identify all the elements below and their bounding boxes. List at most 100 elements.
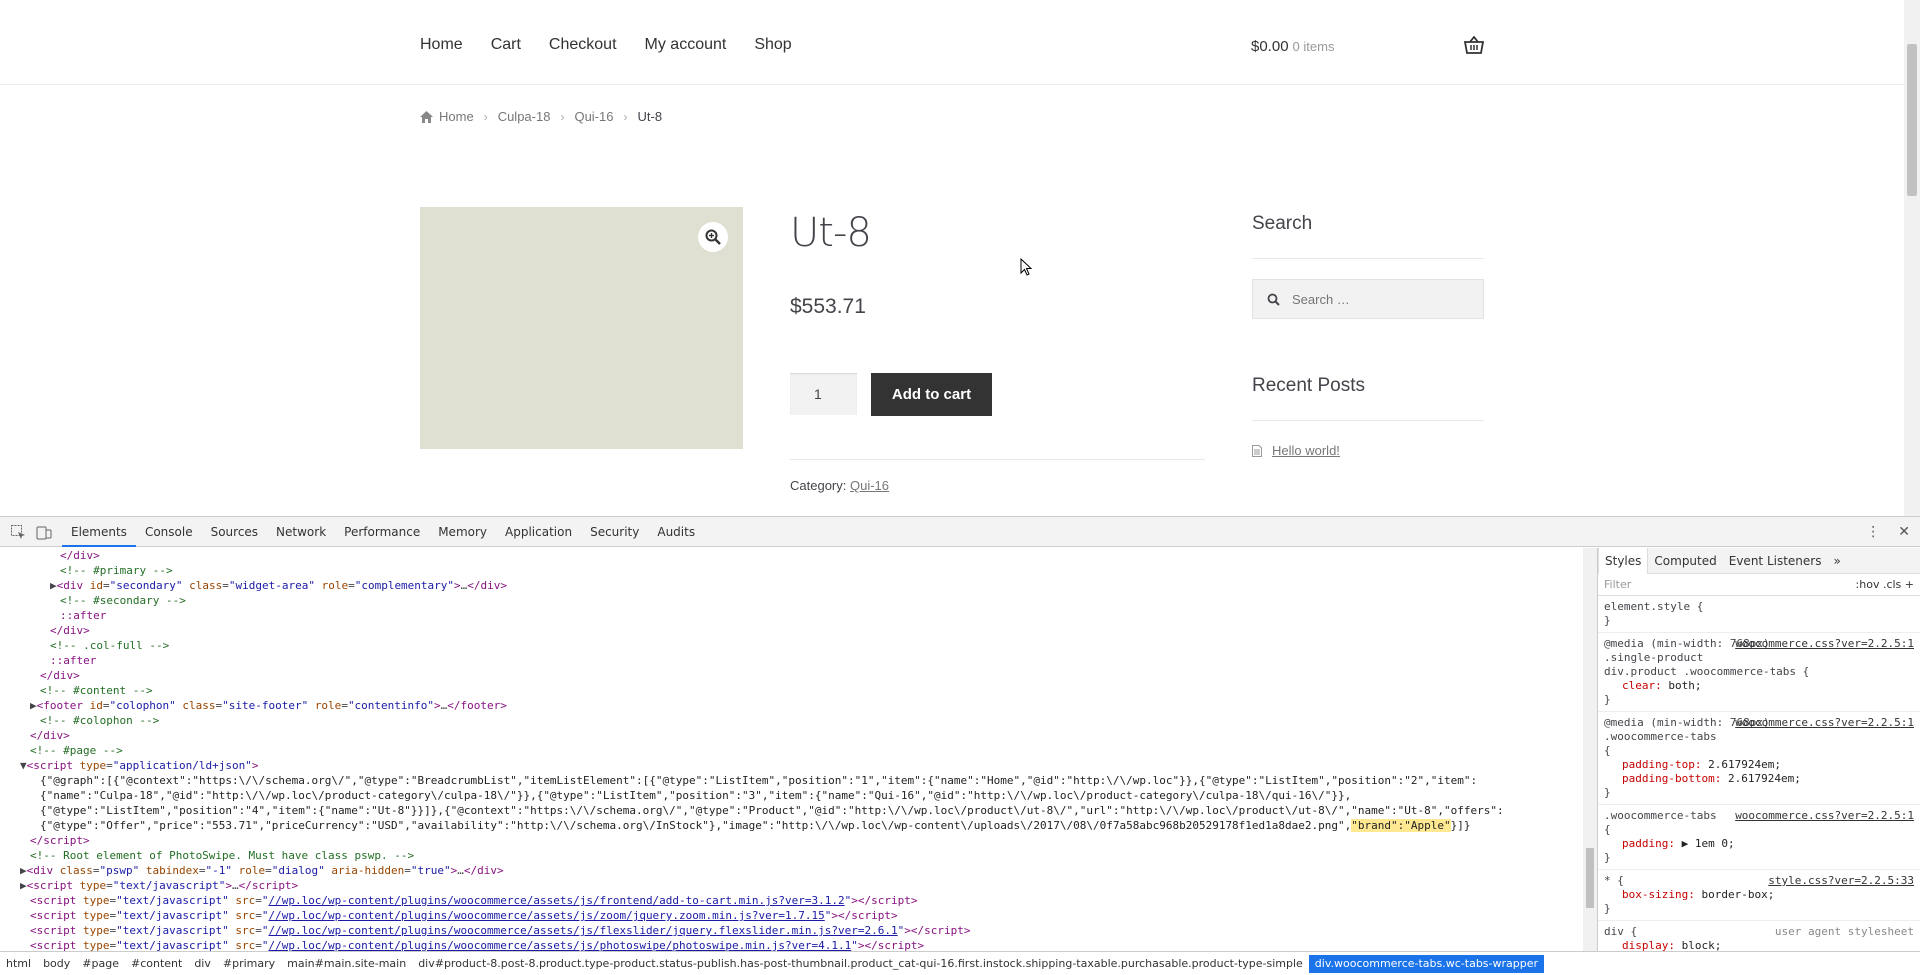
dom-node-line[interactable]: <!-- #colophon --> — [0, 713, 1583, 728]
devtools-tab-application[interactable]: Application — [496, 517, 581, 547]
dom-node-line[interactable]: <!-- #secondary --> — [0, 593, 1583, 608]
dom-node-line[interactable]: {"@graph":[{"@context":"https:\/\/schema… — [0, 773, 1583, 788]
devtools-tab-console[interactable]: Console — [136, 517, 202, 547]
dom-scrollbar[interactable] — [1583, 548, 1597, 951]
css-rule[interactable]: woocommerce.css?ver=2.2.5:1 @media (min-w… — [1598, 712, 1920, 805]
dom-node-line[interactable]: <script type="text/javascript" src="//wp… — [0, 893, 1583, 908]
dom-breadcrumb-item[interactable]: div#product-8.post-8.product.type-produc… — [412, 955, 1309, 973]
styles-filter[interactable]: Filter :hov .cls + — [1598, 574, 1920, 596]
styles-tab-more[interactable]: » — [1827, 548, 1846, 574]
nav-cart[interactable]: Cart — [491, 36, 521, 54]
styles-tab-computed[interactable]: Computed — [1648, 548, 1722, 574]
dom-breadcrumb-item[interactable]: #primary — [217, 955, 281, 973]
recent-post-link[interactable]: Hello world! — [1272, 443, 1340, 458]
dom-node-line[interactable]: {"@type":"Offer","price":"553.71","price… — [0, 818, 1583, 833]
css-rule[interactable]: style.css?ver=2.2.5:33 * {box-sizing: bor… — [1598, 870, 1920, 921]
css-rule[interactable]: element.style {} — [1598, 596, 1920, 633]
styles-filter-options[interactable]: :hov .cls + — [1856, 578, 1914, 591]
devtools-tab-sources[interactable]: Sources — [202, 517, 267, 547]
dom-breadcrumb-item[interactable]: html — [0, 955, 37, 973]
dom-node-line[interactable]: </script> — [0, 833, 1583, 848]
css-rule[interactable]: user agent stylesheet div {display: block… — [1598, 921, 1920, 951]
dom-node-line[interactable]: <!-- .col-full --> — [0, 638, 1583, 653]
devtools-tab-memory[interactable]: Memory — [429, 517, 496, 547]
devtools-tab-elements[interactable]: Elements — [62, 517, 136, 547]
page-scrollbar-thumb[interactable] — [1907, 44, 1917, 196]
dom-node-line[interactable]: </div> — [0, 668, 1583, 683]
inspect-element-icon[interactable] — [10, 524, 26, 540]
devtools-tab-audits[interactable]: Audits — [648, 517, 704, 547]
css-rule[interactable]: woocommerce.css?ver=2.2.5:1 .woocommerce-… — [1598, 805, 1920, 870]
css-property[interactable]: clear: both; — [1604, 679, 1914, 693]
dom-node-line[interactable]: ▶<script type="text/javascript">…</scrip… — [0, 878, 1583, 893]
css-rule[interactable]: woocommerce.css?ver=2.2.5:1 @media (min-w… — [1598, 633, 1920, 712]
dom-scrollbar-thumb[interactable] — [1586, 848, 1594, 908]
dom-node-line[interactable]: ::after — [0, 608, 1583, 623]
zoom-button[interactable] — [698, 222, 728, 252]
close-icon[interactable]: ✕ — [1898, 524, 1910, 540]
nav-home[interactable]: Home — [420, 36, 463, 54]
search-input[interactable] — [1290, 290, 1470, 308]
basket-icon[interactable] — [1464, 36, 1484, 54]
nav-shop[interactable]: Shop — [754, 36, 791, 54]
css-property[interactable]: box-sizing: border-box; — [1604, 888, 1914, 902]
dom-breadcrumb-item[interactable]: #content — [125, 955, 188, 973]
nav-checkout[interactable]: Checkout — [549, 36, 617, 54]
quantity-input[interactable] — [790, 373, 857, 415]
dom-node-line[interactable]: <!-- #page --> — [0, 743, 1583, 758]
elements-dom-tree[interactable]: </div> <!-- #primary --> ▶<div id="seconda… — [0, 548, 1583, 951]
dom-node-line[interactable]: <!-- #content --> — [0, 683, 1583, 698]
dom-breadcrumb-item[interactable]: div — [188, 955, 217, 973]
page-scrollbar[interactable] — [1904, 0, 1920, 516]
css-rule-source-link[interactable]: user agent stylesheet — [1775, 925, 1914, 939]
css-rule-close: } — [1604, 693, 1611, 706]
add-to-cart-button[interactable]: Add to cart — [871, 373, 992, 416]
css-rule-source-link[interactable]: woocommerce.css?ver=2.2.5:1 — [1735, 716, 1914, 730]
product-image[interactable] — [420, 207, 743, 449]
search-field[interactable] — [1252, 279, 1484, 319]
css-property[interactable]: padding-top: 2.617924em; — [1604, 758, 1914, 772]
dom-node-line[interactable]: </div> — [0, 548, 1583, 563]
devtools-tab-network[interactable]: Network — [267, 517, 335, 547]
styles-tab-styles[interactable]: Styles — [1598, 548, 1649, 574]
dom-node-line[interactable]: <!-- Root element of PhotoSwipe. Must ha… — [0, 848, 1583, 863]
header-cart[interactable]: $0.00 0 items — [1251, 38, 1334, 55]
devtools-tab-security[interactable]: Security — [581, 517, 648, 547]
css-rule-source-link[interactable]: style.css?ver=2.2.5:33 — [1768, 874, 1914, 888]
dom-breadcrumb-item[interactable]: #page — [76, 955, 125, 973]
css-property[interactable]: padding: ▶ 1em 0; — [1604, 837, 1914, 851]
dom-node-line[interactable]: {"@type":"ListItem","position":"4","item… — [0, 803, 1583, 818]
dom-node-line[interactable]: ▶<div class="pswp" tabindex="-1" role="d… — [0, 863, 1583, 878]
dom-node-line[interactable]: </div> — [0, 728, 1583, 743]
dom-breadcrumb-item[interactable]: div.woocommerce-tabs.wc-tabs-wrapper — [1308, 954, 1545, 973]
dom-node-line[interactable]: <script type="text/javascript" src="//wp… — [0, 923, 1583, 938]
dom-node-line[interactable]: ::after — [0, 653, 1583, 668]
dom-breadcrumb-item[interactable]: body — [37, 955, 76, 973]
styles-filter-input[interactable]: Filter — [1604, 578, 1631, 591]
css-property[interactable]: display: block; — [1604, 939, 1914, 951]
styles-tab-event-listeners[interactable]: Event Listeners — [1723, 548, 1828, 574]
dom-node-line[interactable]: <!-- #primary --> — [0, 563, 1583, 578]
devtools-window-controls: ⋮ ✕ — [1866, 524, 1910, 540]
styles-tabbar: Styles Computed Event Listeners» — [1598, 548, 1920, 574]
breadcrumb-culpa[interactable]: Culpa-18 — [498, 109, 551, 124]
category-label: Category: — [790, 478, 847, 493]
device-toolbar-icon[interactable] — [36, 524, 52, 540]
dom-node-line[interactable]: ▶<div id="secondary" class="widget-area"… — [0, 578, 1583, 593]
nav-my-account[interactable]: My account — [645, 36, 727, 54]
css-rule-source-link[interactable]: woocommerce.css?ver=2.2.5:1 — [1735, 809, 1914, 823]
dom-node-line[interactable]: ▶<footer id="colophon" class="site-foote… — [0, 698, 1583, 713]
dom-node-line[interactable]: </div> — [0, 623, 1583, 638]
dom-node-line[interactable]: <script type="text/javascript" src="//wp… — [0, 938, 1583, 951]
dom-breadcrumb-item[interactable]: main#main.site-main — [281, 955, 412, 973]
dom-node-line[interactable]: {"name":"Culpa-18","@id":"http:\/\/wp.lo… — [0, 788, 1583, 803]
devtools-tab-performance[interactable]: Performance — [335, 517, 429, 547]
category-link[interactable]: Qui-16 — [850, 478, 889, 493]
breadcrumb-home[interactable]: Home — [439, 109, 474, 124]
breadcrumb-qui[interactable]: Qui-16 — [574, 109, 613, 124]
css-property[interactable]: padding-bottom: 2.617924em; — [1604, 772, 1914, 786]
dom-node-line[interactable]: <script type="text/javascript" src="//wp… — [0, 908, 1583, 923]
css-rule-source-link[interactable]: woocommerce.css?ver=2.2.5:1 — [1735, 637, 1914, 651]
dom-node-line[interactable]: ▼<script type="application/ld+json"> — [0, 758, 1583, 773]
kebab-menu-icon[interactable]: ⋮ — [1866, 524, 1880, 540]
